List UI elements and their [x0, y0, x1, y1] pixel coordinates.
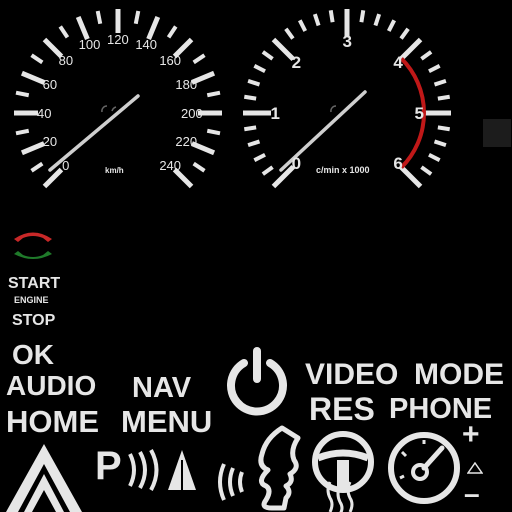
- answer-icon[interactable]: [10, 250, 56, 264]
- needle-hub: [101, 105, 108, 113]
- minor-tick: [312, 13, 321, 27]
- home-button[interactable]: HOME: [6, 406, 99, 437]
- hangup-icon[interactable]: [10, 228, 56, 244]
- plus-button[interactable]: +: [462, 420, 480, 450]
- major-tick: [271, 37, 296, 62]
- speed-label: 0: [62, 157, 70, 173]
- ok-button[interactable]: OK: [12, 341, 54, 369]
- speed-label: 140: [135, 37, 158, 53]
- video-button[interactable]: VIDEO: [305, 360, 398, 390]
- major-tick: [20, 141, 46, 156]
- speed-label: 160: [159, 53, 182, 69]
- rpm-label: 5: [414, 103, 424, 123]
- rpm-label: 2: [291, 52, 302, 72]
- engine-label[interactable]: ENGINE: [14, 296, 49, 305]
- minor-tick: [206, 128, 221, 136]
- minor-tick: [261, 165, 274, 176]
- minor-tick: [58, 25, 70, 39]
- minor-tick: [437, 94, 451, 101]
- rpm-label: 6: [393, 154, 403, 174]
- minor-tick: [253, 64, 266, 74]
- speed-label: 20: [42, 133, 58, 149]
- rpm-unit-label: c/min x 1000: [316, 165, 370, 175]
- minor-tick: [420, 50, 433, 61]
- major-tick: [398, 37, 423, 62]
- needle-hub: [111, 106, 117, 112]
- minor-tick: [95, 10, 103, 25]
- speed-label: 200: [181, 105, 203, 121]
- minor-tick: [253, 152, 266, 162]
- minor-tick: [428, 152, 441, 162]
- park-assist-icon[interactable]: [126, 448, 200, 492]
- minor-tick: [298, 19, 308, 32]
- minor-tick: [15, 90, 30, 98]
- minor-tick: [386, 19, 396, 32]
- nav-button[interactable]: NAV: [132, 374, 191, 403]
- minor-tick: [359, 9, 366, 23]
- menu-button[interactable]: MENU: [121, 406, 212, 437]
- stop-label[interactable]: STOP: [12, 313, 55, 329]
- minor-tick: [133, 10, 141, 25]
- speed-label: 180: [175, 77, 198, 93]
- rpm-label: 4: [393, 52, 403, 72]
- minus-button[interactable]: –: [464, 480, 480, 508]
- speed-label: 60: [42, 77, 58, 93]
- minor-tick: [420, 165, 433, 176]
- minor-tick: [284, 27, 295, 40]
- speed-label: 120: [107, 31, 129, 47]
- speed-label: 100: [78, 37, 101, 53]
- rpm-label: 0: [291, 154, 302, 174]
- major-tick: [20, 70, 46, 85]
- major-tick: [42, 167, 64, 189]
- minor-tick: [437, 125, 451, 132]
- sport-mode-icon[interactable]: [384, 430, 464, 506]
- rpm-label: 3: [342, 31, 352, 51]
- minor-tick: [243, 94, 257, 101]
- minor-tick: [328, 9, 335, 23]
- mode-button[interactable]: MODE: [414, 360, 504, 390]
- major-tick: [146, 15, 161, 41]
- speed-label: 80: [58, 53, 74, 69]
- speed-label: 240: [159, 157, 182, 173]
- speed-unit-label: km/h: [105, 166, 124, 175]
- blank-square: [483, 119, 511, 147]
- minor-tick: [166, 25, 178, 39]
- start-label[interactable]: START: [8, 276, 60, 292]
- minor-tick: [399, 27, 410, 40]
- voice-command-icon[interactable]: [210, 424, 304, 512]
- minor-tick: [373, 13, 382, 27]
- needle-hub: [330, 105, 337, 113]
- hazard-icon[interactable]: [4, 440, 84, 512]
- major-tick: [398, 164, 423, 189]
- minor-tick: [243, 125, 257, 132]
- minor-tick: [428, 64, 441, 74]
- minor-tick: [433, 78, 447, 87]
- res-button[interactable]: RES: [309, 393, 375, 425]
- minor-tick: [15, 128, 30, 136]
- audio-button[interactable]: AUDIO: [6, 372, 96, 400]
- minor-tick: [192, 53, 206, 65]
- minor-tick: [261, 50, 274, 61]
- power-icon[interactable]: [222, 345, 292, 417]
- major-tick: [75, 15, 90, 41]
- speed-label: 40: [37, 105, 52, 121]
- park-letter: P: [95, 444, 122, 488]
- minor-tick: [206, 90, 221, 98]
- minor-tick: [247, 78, 261, 87]
- steering-heat-icon[interactable]: [308, 428, 378, 512]
- minor-tick: [247, 139, 261, 148]
- triangle-small-icon: [467, 462, 483, 474]
- speed-label: 220: [175, 133, 198, 149]
- rpm-label: 1: [270, 103, 280, 123]
- minor-tick: [30, 161, 44, 173]
- minor-tick: [30, 53, 44, 65]
- minor-tick: [433, 139, 447, 148]
- minor-tick: [192, 161, 206, 173]
